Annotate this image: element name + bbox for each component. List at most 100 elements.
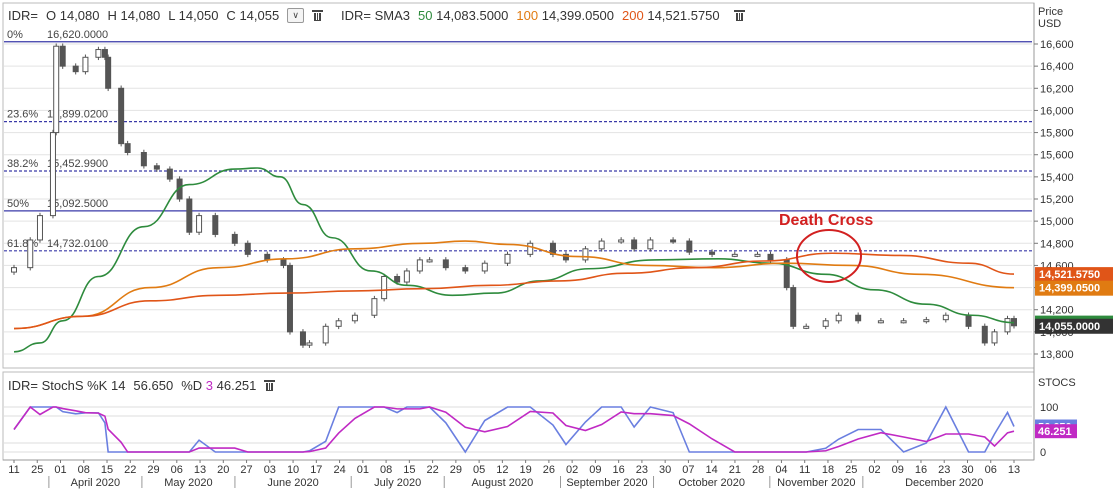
fib-value-label: 15,092.5000 [47,198,108,210]
candle-body [280,259,287,266]
time-tick-label: 05 [473,464,485,476]
time-tick-label: 02 [566,464,578,476]
candle-body [153,165,160,170]
time-tick-label: 26 [543,464,555,476]
month-label: May 2020 [164,477,212,489]
candle-body [196,215,203,233]
month-label: November 2020 [777,477,855,489]
fib-value-label: 16,620.0000 [47,29,108,41]
time-tick-label: 13 [194,464,206,476]
time-tick-label: 23 [938,464,950,476]
time-tick-label: 28 [752,464,764,476]
price-tick-label: 16,600 [1040,39,1074,51]
stoch-badge-label: 46.251 [1038,426,1072,438]
price-tick-label: 13,800 [1040,349,1074,361]
candle-body [59,45,66,67]
candle-body [212,215,219,235]
time-tick-label: 16 [613,464,625,476]
time-tick-label: 25 [845,464,857,476]
fib-percent-label: 38.2% [7,158,38,170]
candle-body [686,240,693,253]
candle-body [991,331,998,344]
candle-body [306,342,313,346]
candle-body [95,49,102,58]
fib-percent-label: 50% [7,198,29,210]
candle-body [822,320,829,327]
candle-body [647,239,654,250]
stoch-gridlines: 0 100 [4,402,1058,459]
time-tick-label: 07 [682,464,694,476]
candle-body [381,276,388,300]
price-tick-label: 15,000 [1040,216,1074,228]
month-label: December 2020 [905,477,983,489]
candle-body [504,253,511,264]
candle-body [11,267,17,273]
month-label: September 2020 [566,477,647,489]
price-tick-label: 15,600 [1040,150,1074,162]
candle-body [36,215,43,241]
candle-body [442,259,449,269]
candle-body [118,87,125,145]
chart-canvas[interactable]: 13,80014,00014,20014,40014,60014,80015,0… [0,0,1116,489]
time-tick-label: 17 [310,464,322,476]
time-tick-label: 22 [426,464,438,476]
time-tick-label: 30 [659,464,671,476]
time-tick-label: 15 [101,464,113,476]
sma200-line [13,252,1015,330]
candle-body [27,239,34,269]
candle-body [286,264,293,333]
candle-body [481,262,488,272]
candle-body [618,239,625,243]
price-tick-label: 14,200 [1040,305,1074,317]
time-tick-label: 25 [31,464,43,476]
time-tick-label: 13 [1008,464,1020,476]
candlesticks [11,43,1017,348]
candle-body [855,314,862,322]
candle-body [53,45,60,134]
time-tick-label: 01 [54,464,66,476]
time-tick-label: 23 [636,464,648,476]
price-gridlines [4,43,1032,355]
candle-body [923,319,930,323]
candle-body [101,49,108,58]
month-label: July 2020 [374,477,421,489]
price-axis: 13,80014,00014,20014,40014,60014,80015,0… [1034,39,1074,361]
time-tick-label: 11 [8,464,19,476]
time-tick-label: 24 [333,464,345,476]
candle-body [965,314,972,327]
candle-body [322,325,329,344]
candle-body [394,276,401,283]
candle-body [981,325,988,344]
fib-percent-label: 23.6% [7,109,38,121]
candle-body [835,314,842,322]
candle-body [598,240,605,250]
price-tick-label: 15,800 [1040,128,1074,140]
candle-body [900,320,907,324]
time-tick-label: 14 [706,464,718,476]
price-badge-label: 14,399.0500 [1039,283,1100,295]
time-tick-label: 06 [171,464,183,476]
stoch-tick-label: 100 [1040,402,1058,414]
candle-body [1004,318,1011,333]
time-tick-label: 27 [240,464,252,476]
time-tick-label: 10 [287,464,299,476]
time-tick-label: 19 [520,464,532,476]
death-cross-label: Death Cross [779,212,873,229]
candle-body [371,298,378,316]
time-tick-label: 29 [147,464,159,476]
price-tick-label: 16,200 [1040,83,1074,95]
candle-body [351,314,358,322]
time-tick-label: 22 [124,464,136,476]
time-tick-label: 11 [799,464,810,476]
candle-body [72,65,79,73]
price-badge-label: 14,055.0000 [1039,321,1100,333]
candle-body [231,233,238,244]
fibonacci-levels: 0% 16,620.000023.6% 15,899.020038.2% 15,452… [4,29,1032,252]
candle-body [335,320,342,327]
candle-body [631,239,638,250]
price-panel-frame [2,2,1035,369]
candle-body [942,314,949,321]
time-tick-label: 18 [822,464,834,476]
candle-body [124,143,131,153]
stoch-badges: 56.65046.251 [1035,419,1077,439]
